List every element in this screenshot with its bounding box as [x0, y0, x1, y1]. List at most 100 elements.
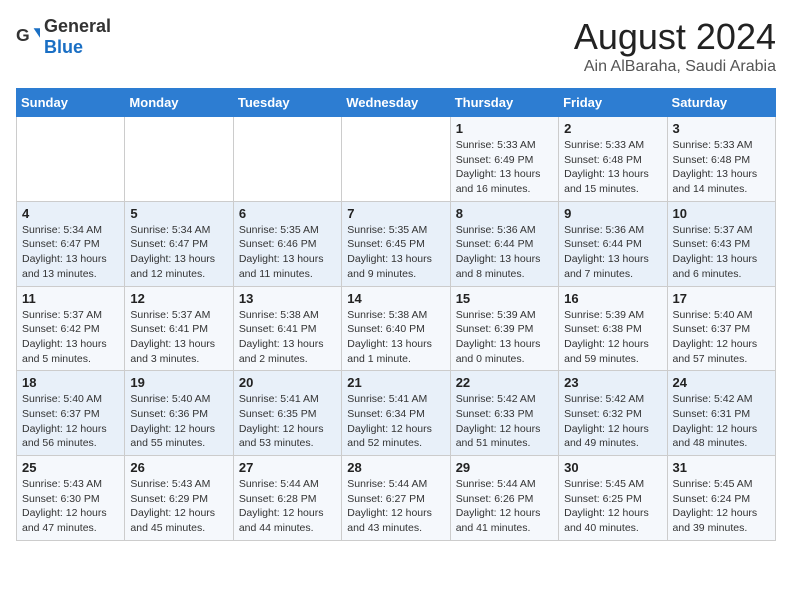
calendar-cell [125, 117, 233, 202]
page-subtitle: Ain AlBaraha, Saudi Arabia [574, 58, 776, 76]
day-number: 31 [673, 460, 770, 475]
day-number: 10 [673, 206, 770, 221]
weekday-header: Friday [559, 89, 667, 117]
logo-icon: G [16, 25, 40, 49]
day-info: Sunrise: 5:42 AM Sunset: 6:33 PM Dayligh… [456, 392, 553, 451]
svg-text:G: G [16, 25, 30, 45]
day-number: 17 [673, 291, 770, 306]
day-info: Sunrise: 5:37 AM Sunset: 6:41 PM Dayligh… [130, 308, 227, 367]
calendar-cell: 13 Sunrise: 5:38 AM Sunset: 6:41 PM Dayli… [233, 286, 341, 371]
weekday-header: Thursday [450, 89, 558, 117]
day-number: 23 [564, 375, 661, 390]
day-info: Sunrise: 5:45 AM Sunset: 6:25 PM Dayligh… [564, 477, 661, 536]
day-number: 11 [22, 291, 119, 306]
day-number: 5 [130, 206, 227, 221]
day-info: Sunrise: 5:39 AM Sunset: 6:39 PM Dayligh… [456, 308, 553, 367]
calendar-cell: 24Sunrise: 5:42 AM Sunset: 6:31 PM Dayli… [667, 371, 775, 456]
day-number: 8 [456, 206, 553, 221]
calendar-week-row: 11 Sunrise: 5:37 AM Sunset: 6:42 PM Dayli… [17, 286, 776, 371]
day-info: Sunrise: 5:42 AM Sunset: 6:31 PM Dayligh… [673, 392, 770, 451]
day-number: 9 [564, 206, 661, 221]
day-number: 6 [239, 206, 336, 221]
calendar-cell: 10 Sunrise: 5:37 AM Sunset: 6:43 PM Dayli… [667, 201, 775, 286]
calendar-cell: 4 Sunrise: 5:34 AM Sunset: 6:47 PM Daylig… [17, 201, 125, 286]
calendar-cell: 28Sunrise: 5:44 AM Sunset: 6:27 PM Dayli… [342, 456, 450, 541]
day-number: 22 [456, 375, 553, 390]
calendar-cell: 8 Sunrise: 5:36 AM Sunset: 6:44 PM Daylig… [450, 201, 558, 286]
day-info: Sunrise: 5:41 AM Sunset: 6:35 PM Dayligh… [239, 392, 336, 451]
weekday-header: Monday [125, 89, 233, 117]
day-number: 13 [239, 291, 336, 306]
calendar-cell: 29 Sunrise: 5:44 AM Sunset: 6:26 PM Dayli… [450, 456, 558, 541]
logo-blue-text: Blue [44, 37, 83, 57]
calendar-cell: 1Sunrise: 5:33 AM Sunset: 6:49 PM Daylig… [450, 117, 558, 202]
day-number: 4 [22, 206, 119, 221]
calendar-cell: 5 Sunrise: 5:34 AM Sunset: 6:47 PM Daylig… [125, 201, 233, 286]
day-info: Sunrise: 5:33 AM Sunset: 6:48 PM Dayligh… [564, 138, 661, 197]
calendar-table: SundayMondayTuesdayWednesdayThursdayFrid… [16, 88, 776, 541]
day-info: Sunrise: 5:37 AM Sunset: 6:43 PM Dayligh… [673, 223, 770, 282]
day-number: 1 [456, 121, 553, 136]
day-info: Sunrise: 5:38 AM Sunset: 6:40 PM Dayligh… [347, 308, 444, 367]
weekday-header: Tuesday [233, 89, 341, 117]
day-number: 30 [564, 460, 661, 475]
day-info: Sunrise: 5:44 AM Sunset: 6:28 PM Dayligh… [239, 477, 336, 536]
day-number: 29 [456, 460, 553, 475]
calendar-cell: 20 Sunrise: 5:41 AM Sunset: 6:35 PM Dayli… [233, 371, 341, 456]
day-number: 21 [347, 375, 444, 390]
day-info: Sunrise: 5:43 AM Sunset: 6:29 PM Dayligh… [130, 477, 227, 536]
calendar-cell: 12Sunrise: 5:37 AM Sunset: 6:41 PM Dayli… [125, 286, 233, 371]
day-info: Sunrise: 5:35 AM Sunset: 6:46 PM Dayligh… [239, 223, 336, 282]
weekday-header: Wednesday [342, 89, 450, 117]
day-info: Sunrise: 5:41 AM Sunset: 6:34 PM Dayligh… [347, 392, 444, 451]
day-info: Sunrise: 5:42 AM Sunset: 6:32 PM Dayligh… [564, 392, 661, 451]
day-number: 15 [456, 291, 553, 306]
day-number: 20 [239, 375, 336, 390]
calendar-cell: 16Sunrise: 5:39 AM Sunset: 6:38 PM Dayli… [559, 286, 667, 371]
logo-general-text: General [44, 16, 111, 36]
day-number: 7 [347, 206, 444, 221]
day-info: Sunrise: 5:40 AM Sunset: 6:37 PM Dayligh… [22, 392, 119, 451]
calendar-cell: 15 Sunrise: 5:39 AM Sunset: 6:39 PM Dayli… [450, 286, 558, 371]
logo: G General Blue [16, 16, 111, 58]
calendar-cell: 30 Sunrise: 5:45 AM Sunset: 6:25 PM Dayli… [559, 456, 667, 541]
calendar-cell: 23 Sunrise: 5:42 AM Sunset: 6:32 PM Dayli… [559, 371, 667, 456]
calendar-cell: 17Sunrise: 5:40 AM Sunset: 6:37 PM Dayli… [667, 286, 775, 371]
page-title: August 2024 [574, 16, 776, 58]
day-info: Sunrise: 5:44 AM Sunset: 6:27 PM Dayligh… [347, 477, 444, 536]
day-info: Sunrise: 5:36 AM Sunset: 6:44 PM Dayligh… [456, 223, 553, 282]
day-number: 27 [239, 460, 336, 475]
calendar-cell: 2 Sunrise: 5:33 AM Sunset: 6:48 PM Daylig… [559, 117, 667, 202]
calendar-cell: 9 Sunrise: 5:36 AM Sunset: 6:44 PM Daylig… [559, 201, 667, 286]
calendar-cell: 7 Sunrise: 5:35 AM Sunset: 6:45 PM Daylig… [342, 201, 450, 286]
calendar-week-row: 18 Sunrise: 5:40 AM Sunset: 6:37 PM Dayli… [17, 371, 776, 456]
title-area: August 2024 Ain AlBaraha, Saudi Arabia [574, 16, 776, 76]
day-number: 3 [673, 121, 770, 136]
calendar-cell: 19Sunrise: 5:40 AM Sunset: 6:36 PM Dayli… [125, 371, 233, 456]
day-number: 26 [130, 460, 227, 475]
calendar-cell [17, 117, 125, 202]
day-number: 18 [22, 375, 119, 390]
calendar-cell: 26 Sunrise: 5:43 AM Sunset: 6:29 PM Dayli… [125, 456, 233, 541]
header: G General Blue August 2024 Ain AlBaraha,… [16, 16, 776, 76]
calendar-cell: 22 Sunrise: 5:42 AM Sunset: 6:33 PM Dayli… [450, 371, 558, 456]
day-info: Sunrise: 5:44 AM Sunset: 6:26 PM Dayligh… [456, 477, 553, 536]
day-info: Sunrise: 5:34 AM Sunset: 6:47 PM Dayligh… [22, 223, 119, 282]
day-info: Sunrise: 5:43 AM Sunset: 6:30 PM Dayligh… [22, 477, 119, 536]
day-info: Sunrise: 5:33 AM Sunset: 6:48 PM Dayligh… [673, 138, 770, 197]
day-info: Sunrise: 5:38 AM Sunset: 6:41 PM Dayligh… [239, 308, 336, 367]
day-info: Sunrise: 5:34 AM Sunset: 6:47 PM Dayligh… [130, 223, 227, 282]
calendar-cell: 14 Sunrise: 5:38 AM Sunset: 6:40 PM Dayli… [342, 286, 450, 371]
calendar-header-row: SundayMondayTuesdayWednesdayThursdayFrid… [17, 89, 776, 117]
calendar-cell [342, 117, 450, 202]
day-number: 25 [22, 460, 119, 475]
day-info: Sunrise: 5:36 AM Sunset: 6:44 PM Dayligh… [564, 223, 661, 282]
day-info: Sunrise: 5:35 AM Sunset: 6:45 PM Dayligh… [347, 223, 444, 282]
calendar-cell: 31Sunrise: 5:45 AM Sunset: 6:24 PM Dayli… [667, 456, 775, 541]
day-info: Sunrise: 5:37 AM Sunset: 6:42 PM Dayligh… [22, 308, 119, 367]
calendar-week-row: 4 Sunrise: 5:34 AM Sunset: 6:47 PM Daylig… [17, 201, 776, 286]
day-number: 2 [564, 121, 661, 136]
day-number: 14 [347, 291, 444, 306]
day-info: Sunrise: 5:40 AM Sunset: 6:36 PM Dayligh… [130, 392, 227, 451]
calendar-cell: 25 Sunrise: 5:43 AM Sunset: 6:30 PM Dayli… [17, 456, 125, 541]
